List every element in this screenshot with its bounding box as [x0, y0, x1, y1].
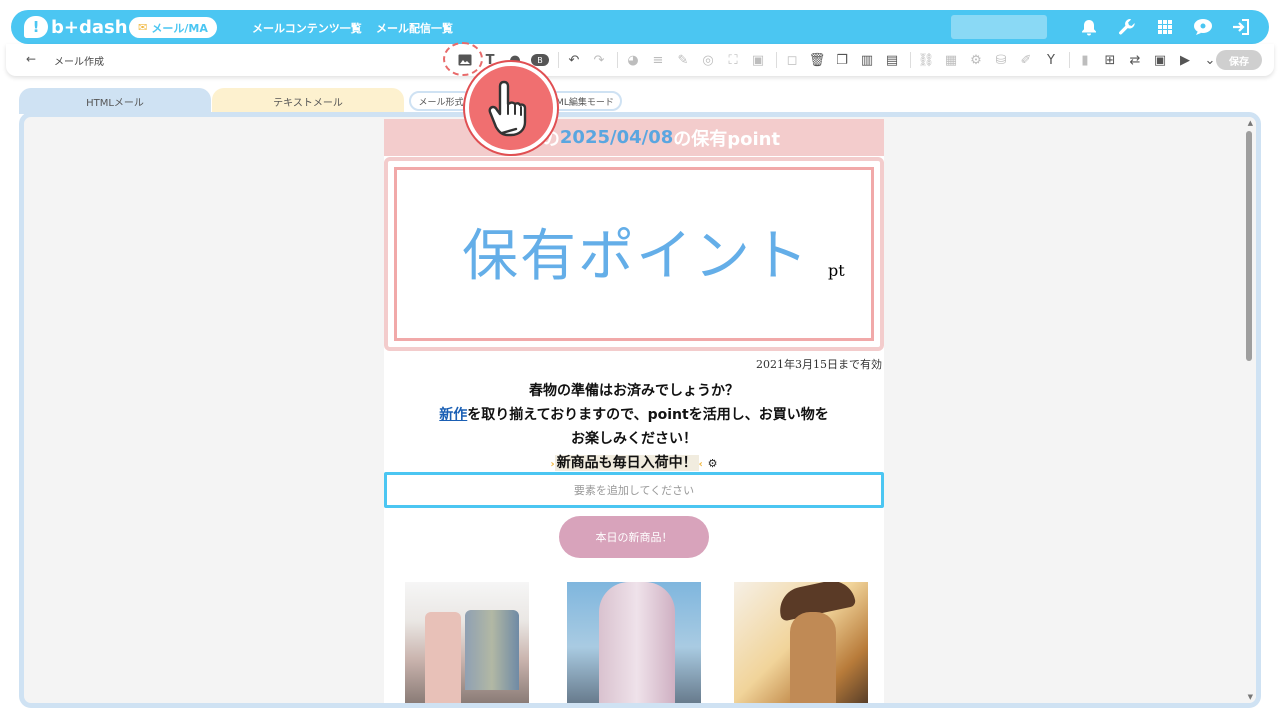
mail-format-toggle[interactable]: メール形式	[409, 91, 473, 111]
point-card-unit: pt	[828, 261, 845, 280]
new-arrivals-link[interactable]: 新作	[439, 407, 467, 423]
chat-bubble-icon[interactable]	[1191, 15, 1215, 39]
todays-new-products-button[interactable]: 本日の新商品！	[559, 516, 709, 558]
tag-open-icon: ›	[550, 459, 555, 470]
copy-line-2: 新作を取り揃えておりますので、pointを活用し、お買い物を	[384, 403, 884, 427]
apps-grid-icon[interactable]	[1153, 15, 1177, 39]
link-icon[interactable]: ⛓	[915, 49, 937, 71]
page-title: メール作成	[54, 57, 104, 68]
mail-copy-block[interactable]: 春物の準備はお済みでしょうか？ 新作を取り揃えておりますので、pointを活用し…	[384, 379, 884, 477]
fork-icon[interactable]: Y	[1040, 49, 1062, 71]
pointing-hand-icon	[465, 62, 557, 154]
grid-add-icon[interactable]: ⊞	[1099, 49, 1121, 71]
product-image-hat-woman[interactable]	[734, 582, 868, 703]
image-frame-icon[interactable]: ▣	[747, 49, 769, 71]
undo-icon[interactable]: ↶	[563, 49, 585, 71]
product-image-clothes-rack[interactable]	[405, 582, 529, 703]
bdash-logo[interactable]: ! b+dash	[24, 15, 128, 39]
nav-mail-delivery[interactable]: メール配信一覧	[376, 20, 453, 36]
module-switch-button[interactable]: ✉ メール/MA	[129, 17, 217, 38]
image-tool-highlight-ring	[443, 42, 483, 76]
new-products-tag[interactable]: 新商品も毎日入荷中！	[554, 455, 699, 471]
envelope-icon: ✉	[138, 21, 148, 34]
add-element-dropzone[interactable]: 要素を追加してください	[384, 472, 884, 508]
vertical-scrollbar[interactable]: ▲ ▼	[1242, 117, 1256, 703]
columns-icon[interactable]: ▥	[856, 49, 878, 71]
chart-icon[interactable]: ▮	[1074, 49, 1096, 71]
database-icon[interactable]: ⛁	[990, 49, 1012, 71]
pen-icon[interactable]: ✎	[672, 49, 694, 71]
wrench-icon[interactable]	[1115, 15, 1139, 39]
copy-line-3: お楽しみください！	[571, 431, 697, 447]
trash-icon[interactable]: 🗑	[806, 49, 828, 71]
toolbar-divider	[910, 52, 911, 68]
logout-icon[interactable]	[1229, 15, 1253, 39]
person-card-icon[interactable]: ▣	[1149, 49, 1171, 71]
copy-line-1: 春物の準備はお済みでしょうか？	[529, 383, 739, 399]
link-swap-icon[interactable]: ⇄	[1124, 49, 1146, 71]
editor-toolbar: ← メール作成 T ● B ↶ ↷ ◕ ≡ ✎ ◎ ⛶ ▣ ◻ 🗑 ❐ ▥ ▤ …	[6, 44, 1274, 76]
copy-line-2-text: を取り揃えておりますので、pointを活用し、お買い物を	[467, 407, 829, 423]
toolbar-divider	[558, 52, 559, 68]
gear-icon[interactable]: ⚙	[708, 457, 718, 470]
html-edit-mode-toggle[interactable]: ML編集モード	[548, 91, 622, 111]
calendar-icon[interactable]: ▦	[940, 49, 962, 71]
point-card[interactable]: 保有ポイント pt	[384, 157, 884, 351]
bell-icon[interactable]	[1077, 15, 1101, 39]
svg-text:B: B	[537, 56, 543, 65]
logo-text: b+dash	[51, 16, 128, 38]
top-right-actions	[951, 15, 1253, 39]
copy-icon[interactable]: ◻	[781, 49, 803, 71]
mail-editor-canvas[interactable]: 様さんの 2025/04/08 の保有point 保有ポイント pt 2021年…	[19, 112, 1261, 708]
tab-text-mail[interactable]: テキストメール	[212, 88, 404, 114]
tag-close-icon: ‹	[698, 459, 703, 470]
back-arrow-icon[interactable]: ←	[26, 52, 36, 66]
toolbar-tools: T ● B ↶ ↷ ◕ ≡ ✎ ◎ ⛶ ▣ ◻ 🗑 ❐ ▥ ▤ ⛓ ▦ ⚙ ⛁ …	[454, 49, 1224, 71]
top-navigation-bar: ! b+dash ✉ メール/MA メールコンテンツ一覧 メール配信一覧	[11, 10, 1269, 44]
scroll-up-icon[interactable]: ▲	[1248, 119, 1253, 127]
save-button[interactable]: 保存	[1216, 50, 1262, 70]
toolbar-divider	[1069, 52, 1070, 68]
tab-html-mail[interactable]: HTMLメール	[19, 88, 211, 114]
note-icon[interactable]: ✐	[1015, 49, 1037, 71]
point-header-banner[interactable]: 様さんの 2025/04/08 の保有point	[384, 119, 884, 156]
scroll-down-icon[interactable]: ▼	[1248, 693, 1253, 701]
account-search-field[interactable]	[951, 15, 1047, 39]
toolbar-divider	[617, 52, 618, 68]
rows-icon[interactable]: ▤	[881, 49, 903, 71]
palette-icon[interactable]: ◕	[622, 49, 644, 71]
valid-until-text: 2021年3月15日まで有効	[756, 358, 882, 371]
duplicate-icon[interactable]: ❐	[831, 49, 853, 71]
redo-icon[interactable]: ↷	[588, 49, 610, 71]
scrollbar-thumb[interactable]	[1246, 131, 1252, 361]
logo-mark-icon: !	[24, 16, 48, 38]
mail-body: 様さんの 2025/04/08 の保有point 保有ポイント pt 2021年…	[384, 119, 884, 703]
product-image-skirt[interactable]	[567, 582, 701, 703]
nav-mail-contents[interactable]: メールコンテンツ一覧	[252, 20, 362, 36]
play-icon[interactable]: ▶	[1174, 49, 1196, 71]
target-icon[interactable]: ◎	[697, 49, 719, 71]
toolbar-divider	[776, 52, 777, 68]
header-suffix: の保有point	[673, 128, 781, 150]
expand-icon[interactable]: ⛶	[722, 49, 744, 71]
module-label: メール/MA	[151, 21, 208, 35]
header-date: 2025/04/08	[559, 127, 674, 148]
point-card-title: 保有ポイント	[462, 224, 810, 289]
align-icon[interactable]: ≡	[647, 49, 669, 71]
gears-icon[interactable]: ⚙	[965, 49, 987, 71]
